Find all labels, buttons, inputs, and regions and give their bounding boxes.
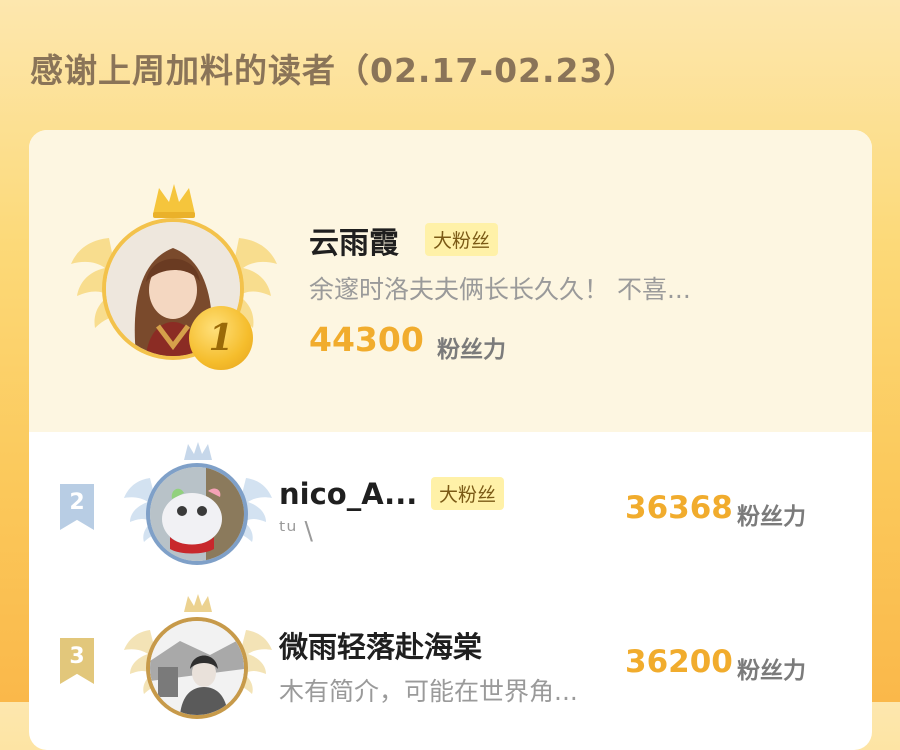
fan-description: 木有简介，可能在世界角... [279, 677, 578, 706]
top-fan-section[interactable]: 1 云雨霞 大粉丝 余邃时洛夫夫俩长长久久！ 不喜... 44300 粉丝力 [29, 130, 872, 432]
leaderboard-card: 1 云雨霞 大粉丝 余邃时洛夫夫俩长长久久！ 不喜... 44300 粉丝力 2 [29, 130, 872, 750]
fan-score-unit: 粉丝力 [437, 337, 506, 363]
fan-score-unit: 粉丝力 [737, 504, 806, 530]
fan-description: ᵗᵘ \ [279, 516, 313, 545]
fan-level-badge: 大粉丝 [425, 223, 499, 256]
fan-name[interactable]: 微雨轻落赴海棠 [279, 624, 482, 666]
rank-medal: 1 [189, 306, 253, 370]
fan-name[interactable]: 云雨霞 [309, 218, 399, 262]
fan-score: 36200 [625, 644, 733, 680]
fan-level-badge: 大粉丝 [431, 477, 505, 510]
fan-score: 36368 [625, 490, 733, 526]
avatar[interactable] [146, 463, 248, 565]
rank-flag: 3 [60, 638, 94, 684]
fan-score-unit: 粉丝力 [737, 658, 806, 684]
fan-score: 44300 [309, 320, 424, 359]
fan-name[interactable]: nico_A... [279, 477, 417, 511]
page-title: 感谢上周加料的读者（02.17-02.23） [30, 51, 638, 90]
rank-flag: 2 [60, 484, 94, 530]
fan-description: 余邃时洛夫夫俩长长久久！ 不喜... [309, 275, 691, 304]
avatar[interactable] [146, 617, 248, 719]
